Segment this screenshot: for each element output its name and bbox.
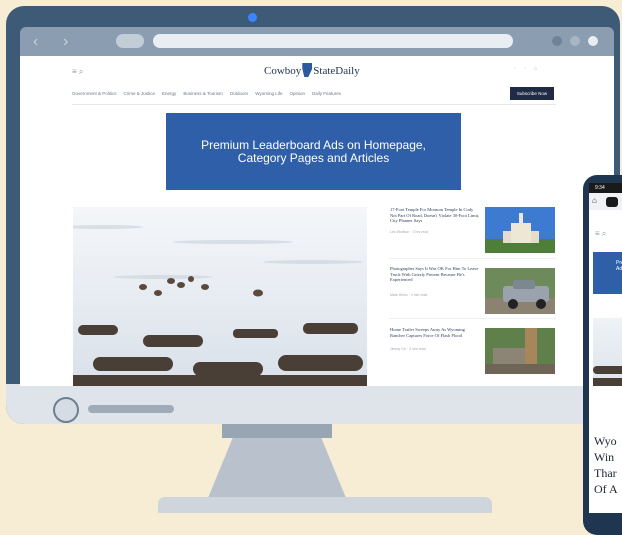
monitor-stand-shadow: [222, 424, 332, 438]
nav-item[interactable]: Business & Tourism: [183, 91, 222, 96]
snow-field-illustration: [73, 225, 367, 386]
story-divider: [389, 258, 556, 259]
logo-text-right: StateDaily: [313, 65, 360, 77]
monitor-speaker-bar: [88, 405, 174, 413]
wyoming-mark-icon: [302, 63, 313, 77]
phone-ad[interactable]: Premium Ads: [593, 252, 622, 294]
story-thumbnail[interactable]: [485, 328, 555, 374]
webcam-icon: [248, 13, 257, 22]
nav-item[interactable]: Daily Features: [312, 91, 341, 96]
category-nav: Government & Politics Crime & Justice En…: [72, 91, 341, 96]
header-utility-icons[interactable]: ◦ ◦ ⌂: [514, 66, 540, 72]
story-byline: Jimmy Orr · 2 min read: [390, 347, 426, 351]
nav-item[interactable]: Outdoors: [230, 91, 249, 96]
header-divider: [72, 104, 556, 105]
truck-thumbnail-illustration: [485, 268, 555, 314]
story-thumbnail[interactable]: [485, 268, 555, 314]
monitor-chin: [6, 384, 620, 424]
window-dot-icon[interactable]: [588, 36, 598, 46]
phone-clock: 9:34: [595, 185, 605, 191]
site-logo[interactable]: Cowboy StateDaily: [264, 63, 360, 77]
nav-item[interactable]: Crime & Justice: [124, 91, 156, 96]
story-headline[interactable]: Home Trailer Sweeps Away As Wyoming Ranc…: [390, 327, 480, 338]
phone-headline-line: Of A: [594, 482, 618, 496]
window-dot-icon[interactable]: [552, 36, 562, 46]
phone-headline-line: Wyo: [594, 434, 617, 448]
power-button-icon[interactable]: [53, 397, 79, 423]
subscribe-button[interactable]: Subscribe Now: [510, 87, 554, 100]
forward-arrow-icon[interactable]: ›: [63, 33, 68, 51]
nav-item[interactable]: Opinion: [290, 91, 306, 96]
nav-item[interactable]: Energy: [162, 91, 176, 96]
back-arrow-icon[interactable]: ‹: [33, 33, 38, 51]
flood-thumbnail-illustration: [485, 328, 555, 374]
phone-headline-line: Thar: [594, 466, 617, 480]
phone-headline[interactable]: Wyo Win Thar Of A: [594, 433, 622, 497]
story-headline[interactable]: Photographer Says It Was OK For Him To L…: [390, 266, 480, 283]
temple-thumbnail-illustration: [485, 207, 555, 253]
story-divider: [389, 318, 556, 319]
nav-item[interactable]: Wyoming Life: [255, 91, 282, 96]
address-bar[interactable]: [153, 34, 513, 48]
menu-search-icons[interactable]: ≡ ⌕: [72, 67, 83, 77]
leaderboard-ad[interactable]: Premium Leaderboard Ads on Homepage, Cat…: [166, 113, 461, 190]
browser-tab[interactable]: [116, 34, 144, 48]
hero-photo[interactable]: [73, 207, 367, 386]
phone-snow-illustration: [593, 366, 622, 386]
logo-text-left: Cowboy: [264, 65, 302, 77]
story-thumbnail[interactable]: [485, 207, 555, 253]
story-headline[interactable]: 17-Foot Temple For Mormon Temple In Cody…: [390, 207, 480, 224]
phone-hero-photo[interactable]: [593, 318, 622, 386]
phone-menu-icon[interactable]: ≡ ⌕: [595, 229, 606, 239]
phone-headline-line: Win: [594, 450, 615, 464]
nav-item[interactable]: Government & Politics: [72, 91, 117, 96]
home-icon[interactable]: ⌂: [592, 196, 597, 205]
window-dot-icon[interactable]: [570, 36, 580, 46]
lock-icon: [606, 197, 618, 207]
phone-status-bar: [589, 183, 622, 193]
story-byline: Leo Wolfson · 3 hrs read: [390, 230, 429, 234]
story-byline: Mark Heinz · 4 min read: [390, 293, 428, 297]
monitor-base: [158, 497, 492, 513]
